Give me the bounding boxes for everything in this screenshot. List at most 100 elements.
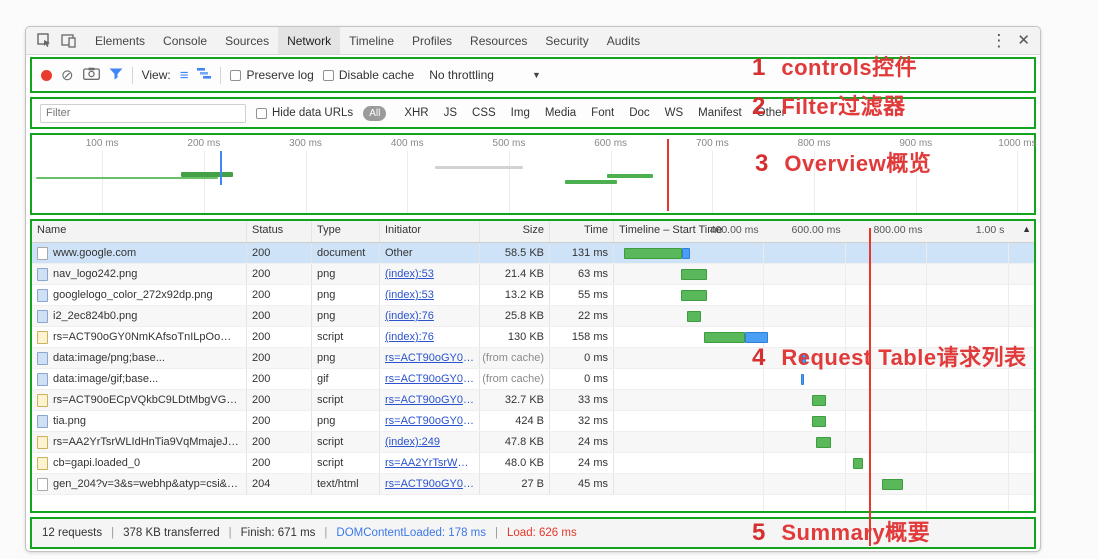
col-header-size[interactable]: Size xyxy=(480,221,550,242)
more-options-icon[interactable]: ⋮ xyxy=(990,32,1007,49)
table-row[interactable]: www.google.com 200 document Other 58.5 KB 131… xyxy=(32,243,1034,264)
col-header-time[interactable]: Time xyxy=(550,221,614,242)
col-header-status[interactable]: Status xyxy=(247,221,312,242)
col-header-name[interactable]: Name xyxy=(32,221,247,242)
filter-type-xhr[interactable]: XHR xyxy=(404,107,428,119)
resource-type-filters: XHR JS CSS Img Media Font Doc WS Manifest Other xyxy=(404,107,785,119)
filter-input[interactable] xyxy=(40,103,246,123)
tab-network[interactable]: Network xyxy=(278,27,341,54)
initiator-cell: (index):76 xyxy=(380,327,480,347)
table-row[interactable]: rs=AA2YrTsrWLIdHnTia9VqMmajeJ95... 200 scr… xyxy=(32,432,1034,453)
time-cell: 63 ms xyxy=(550,264,614,284)
screenshot-capture-icon[interactable] xyxy=(82,67,100,83)
status-cell: 200 xyxy=(247,453,312,473)
filter-type-js[interactable]: JS xyxy=(444,107,457,119)
table-row[interactable]: i2_2ec824b0.png 200 png (index):76 25.8 KB 22… xyxy=(32,306,1034,327)
filter-type-font[interactable]: Font xyxy=(591,107,614,119)
preserve-log-checkbox[interactable] xyxy=(230,69,242,81)
col-header-timeline[interactable]: Timeline – Start Time 400.00 ms 600.00 ms… xyxy=(614,221,1034,242)
waterfall-cell xyxy=(614,432,1034,452)
size-cell: (from cache) xyxy=(480,348,550,368)
overview-gridline xyxy=(508,151,510,213)
request-name-cell: www.google.com xyxy=(32,243,247,263)
waterfall-bar xyxy=(811,395,827,406)
request-name-cell: data:image/gif;base... xyxy=(32,369,247,389)
disable-cache-checkbox[interactable] xyxy=(322,69,334,81)
initiator-link[interactable]: rs=ACT90oGY0Nm... xyxy=(385,352,474,364)
initiator-link[interactable]: rs=ACT90oGY0Nm... xyxy=(385,415,474,427)
table-row[interactable]: googlelogo_color_272x92dp.png 200 png (inde… xyxy=(32,285,1034,306)
preserve-log-toggle[interactable]: Preserve log xyxy=(230,68,314,82)
table-row[interactable]: gen_204?v=3&s=webhp&atyp=csi&e... 204 text… xyxy=(32,474,1034,495)
record-button[interactable] xyxy=(41,69,52,81)
initiator-link[interactable]: (index):76 xyxy=(385,331,434,343)
throttling-select[interactable]: No throttling ▼ xyxy=(423,66,547,84)
inspect-element-icon[interactable] xyxy=(32,31,56,51)
filter-type-doc[interactable]: Doc xyxy=(629,107,649,119)
waterfall-cell xyxy=(614,453,1034,473)
table-row[interactable]: rs=ACT90oECpVQkbC9LDtMbgVGuN... 200 script… xyxy=(32,390,1034,411)
request-name: cb=gapi.loaded_0 xyxy=(53,457,141,469)
initiator-link[interactable]: (index):76 xyxy=(385,310,434,322)
initiator-link[interactable]: rs=ACT90oGY0Nm... xyxy=(385,373,474,385)
time-cell: 45 ms xyxy=(550,474,614,494)
clear-button[interactable]: ⊘ xyxy=(61,68,74,83)
filter-type-manifest[interactable]: Manifest xyxy=(698,107,741,119)
tab-profiles[interactable]: Profiles xyxy=(403,27,461,54)
annotation-label: Request Table请求列表 xyxy=(781,345,1027,370)
initiator-link[interactable]: rs=AA2YrTsrWLIdH... xyxy=(385,457,474,469)
filter-toggle-icon[interactable] xyxy=(109,68,123,83)
initiator-link[interactable]: (index):53 xyxy=(385,289,434,301)
initiator-cell: rs=ACT90oGY0Nm... xyxy=(380,390,480,410)
overview-gridline xyxy=(305,151,307,213)
filter-type-media[interactable]: Media xyxy=(545,107,576,119)
initiator-link[interactable]: (index):249 xyxy=(385,436,440,448)
initiator-link[interactable]: rs=ACT90oGY0N... xyxy=(385,478,474,490)
filter-type-ws[interactable]: WS xyxy=(665,107,684,119)
tab-audits[interactable]: Audits xyxy=(598,27,649,54)
request-name-cell: gen_204?v=3&s=webhp&atyp=csi&e... xyxy=(32,474,247,494)
image-file-icon xyxy=(37,351,48,365)
initiator-link[interactable]: rs=ACT90oGY0Nm... xyxy=(385,394,474,406)
table-row[interactable]: cb=gapi.loaded_0 200 script rs=AA2YrTsrWLId… xyxy=(32,453,1034,474)
overview-tick-label: 200 ms xyxy=(187,138,221,149)
size-cell: 13.2 KB xyxy=(480,285,550,305)
overview-event-line xyxy=(220,151,223,185)
filter-type-css[interactable]: CSS xyxy=(472,107,496,119)
tab-console[interactable]: Console xyxy=(154,27,216,54)
table-row[interactable]: tia.png 200png rs=ACT90oGY0Nm... 424 B32 ms xyxy=(32,411,1034,432)
disable-cache-toggle[interactable]: Disable cache xyxy=(322,68,414,82)
overview-tick-label: 300 ms xyxy=(289,138,322,149)
tab-sources[interactable]: Sources xyxy=(216,27,278,54)
tab-security[interactable]: Security xyxy=(536,27,597,54)
summary-item: Load: 626 ms xyxy=(507,527,577,539)
overview-tick-label: 1000 ms xyxy=(998,138,1037,149)
view-waterfall-icon[interactable] xyxy=(197,68,212,82)
request-name: rs=ACT90oGY0NmKAfsoTnILpOoWvB... xyxy=(53,331,241,343)
timeline-tick-label: 1.00 s xyxy=(975,224,1005,236)
hide-data-urls-toggle[interactable]: Hide data URLs xyxy=(256,107,353,119)
initiator-link[interactable]: (index):53 xyxy=(385,268,434,280)
hide-data-urls-checkbox[interactable] xyxy=(256,107,267,119)
col-header-type[interactable]: Type xyxy=(312,221,380,242)
tab-timeline[interactable]: Timeline xyxy=(340,27,403,54)
col-header-initiator[interactable]: Initiator xyxy=(380,221,480,242)
divider xyxy=(220,66,222,84)
request-name: tia.png xyxy=(53,415,87,427)
filter-type-img[interactable]: Img xyxy=(511,107,530,119)
tab-elements[interactable]: Elements xyxy=(86,27,154,54)
waterfall-bar xyxy=(680,269,708,280)
table-row[interactable]: nav_logo242.png 200 png (index):53 21.4 KB 63… xyxy=(32,264,1034,285)
status-cell: 200 xyxy=(247,264,312,284)
tab-resources[interactable]: Resources xyxy=(461,27,536,54)
time-cell: 55 ms xyxy=(550,285,614,305)
table-row[interactable]: data:image/gif;base... 200 gif rs=ACT90oGY0… xyxy=(32,369,1034,390)
annotation-number: 4 xyxy=(752,344,766,371)
request-name-cell: tia.png xyxy=(32,411,247,431)
annotation-label: Filter过滤器 xyxy=(781,94,906,119)
view-list-icon[interactable]: ≡ xyxy=(180,68,189,83)
filter-all-badge[interactable]: All xyxy=(363,105,387,121)
time-cell: 24 ms xyxy=(550,432,614,452)
close-icon[interactable]: ✕ xyxy=(1017,33,1030,48)
device-toolbar-icon[interactable] xyxy=(56,31,80,51)
